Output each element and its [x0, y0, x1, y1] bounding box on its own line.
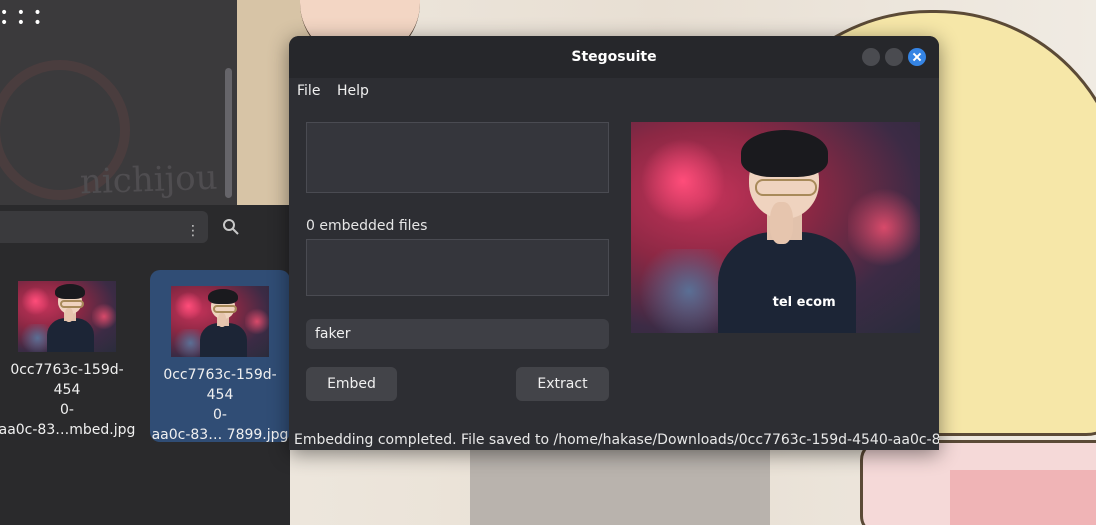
- file-name: 0cc7763c-159d-454 0- aa0c-83…mbed.jpg: [0, 362, 136, 438]
- message-text-area[interactable]: [306, 122, 609, 193]
- window-title: Stegosuite: [571, 49, 657, 65]
- maximize-button[interactable]: [885, 48, 903, 66]
- file-item[interactable]: 0cc7763c-159d-454 0- aa0c-83…mbed.jpg: [0, 281, 137, 441]
- preview-watermark-text: nichijou: [79, 157, 219, 203]
- embedded-files-list[interactable]: [306, 239, 609, 296]
- embedded-files-label: 0 embedded files: [306, 218, 428, 234]
- cover-image-preview: tel ecom: [631, 122, 920, 333]
- title-bar[interactable]: Stegosuite: [289, 36, 939, 78]
- more-dots-icon[interactable]: • • • • • •: [0, 6, 44, 30]
- file-manager-toolbar: ⋮: [0, 205, 290, 253]
- menu-file[interactable]: File: [297, 83, 320, 99]
- image-preview-pane: nichijou • • • • • •: [0, 0, 237, 205]
- file-thumbnail: [171, 286, 269, 357]
- kebab-menu-icon[interactable]: ⋮: [186, 223, 200, 239]
- minimize-button[interactable]: [862, 48, 880, 66]
- stegosuite-window: Stegosuite File Help 0 embedded files fa…: [289, 36, 939, 450]
- status-message: Embedding completed. File saved to /home…: [294, 432, 939, 448]
- file-thumbnail: [18, 281, 116, 352]
- file-manager-window: nichijou • • • • • • ⋮ 0cc7763c-159d-454 …: [0, 0, 290, 525]
- extract-button[interactable]: Extract: [516, 367, 609, 401]
- wallpaper-pink-ribbon: [950, 470, 1096, 525]
- menu-bar: File Help: [289, 78, 939, 106]
- search-icon[interactable]: [222, 218, 240, 236]
- file-name: 0cc7763c-159d-454 0- aa0c-83… 7899.jpg: [151, 367, 289, 443]
- close-button[interactable]: [908, 48, 926, 66]
- file-item-selected[interactable]: 0cc7763c-159d-454 0- aa0c-83… 7899.jpg: [150, 270, 290, 443]
- wallpaper-character-shirt: [470, 440, 770, 525]
- menu-help[interactable]: Help: [337, 83, 369, 99]
- preview-scrollbar[interactable]: [225, 68, 232, 198]
- shirt-sponsor-logo: tel ecom: [772, 295, 836, 311]
- embed-button[interactable]: Embed: [306, 367, 397, 401]
- password-field[interactable]: faker: [306, 319, 609, 349]
- file-grid: 0cc7763c-159d-454 0- aa0c-83…mbed.jpg 0c…: [0, 253, 290, 525]
- path-bar[interactable]: ⋮: [0, 211, 208, 243]
